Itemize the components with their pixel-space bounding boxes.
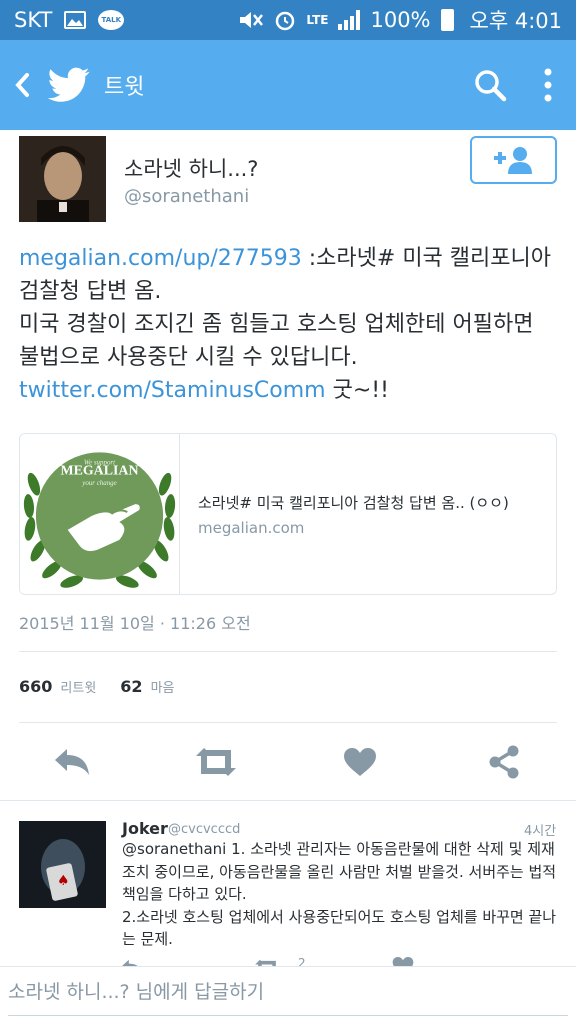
reply-time: 4시간 <box>524 824 557 839</box>
retweet-button[interactable] <box>190 736 242 788</box>
gallery-icon <box>64 11 87 29</box>
heart-icon <box>344 748 376 776</box>
tweet-text: megalian.com/up/277593 :소라넷# 미국 캘리포니아 검찰… <box>19 242 559 407</box>
divider <box>19 651 557 652</box>
logo-bottom-text: your change <box>81 479 116 487</box>
more-vert-icon <box>544 68 552 102</box>
retweet-count[interactable]: 660 <box>19 677 52 696</box>
search-icon <box>475 70 507 102</box>
reply-input[interactable] <box>8 967 568 1017</box>
reply-text: @soranethani 1. 소라넷 관리자는 아동음란물에 대한 삭제 및 … <box>122 838 558 951</box>
app-title: 트윗 <box>104 75 145 100</box>
app-bar: 트윗 <box>0 40 576 130</box>
add-user-icon <box>493 147 532 174</box>
tweet-text-line2: 미국 경찰이 조지긴 좀 힘들고 호스팅 업체한테 어필하면 불법으로 사용중단… <box>19 312 534 370</box>
reply-author-name[interactable]: Joker <box>122 819 168 838</box>
reply-text-part1: @soranethani 1. 소라넷 관리자는 아동음란물에 대한 삭제 및 … <box>122 840 557 903</box>
card-thumbnail: We support MEGALIAN your change <box>20 434 180 594</box>
signal-icon <box>338 10 361 30</box>
follow-button[interactable] <box>470 136 557 184</box>
battery-percent: 100% <box>370 8 431 32</box>
battery-icon <box>440 9 454 31</box>
divider <box>19 722 557 723</box>
megalian-logo-icon: We support MEGALIAN your change <box>23 452 176 588</box>
reply-text-part2: 2.소라넷 호스팅 업체에서 사용중단되어도 호스팅 업체를 바꾸면 끝나는 문… <box>122 907 557 949</box>
tweet-text-part3: 굿~!! <box>325 378 389 403</box>
carrier-label: SKT <box>14 8 53 32</box>
reply-button[interactable] <box>46 736 98 788</box>
reply-author-avatar[interactable]: ♠ <box>19 821 106 908</box>
input-underline <box>8 1015 568 1016</box>
back-icon <box>15 73 29 97</box>
reply-composer <box>0 966 576 1024</box>
section-separator <box>0 800 576 801</box>
twitter-bird-icon <box>48 67 90 102</box>
link-card[interactable]: We support MEGALIAN your change 소라넷# 미국 … <box>19 433 557 595</box>
tweet-stats: 660 리트윗 62 마음 <box>19 677 198 696</box>
status-bar: SKT TALK LTE 100% 오후 4:01 <box>0 0 576 40</box>
like-count[interactable]: 62 <box>120 677 142 696</box>
logo-name-text: MEGALIAN <box>60 463 138 478</box>
reply-icon <box>55 749 89 775</box>
card-title: 소라넷# 미국 캘리포니아 검찰청 답변 옴.. (ㅇㅇ) <box>198 494 509 512</box>
author-avatar[interactable] <box>19 136 106 222</box>
alarm-icon <box>276 11 295 31</box>
svg-text:♠: ♠ <box>57 873 70 889</box>
tweet-link-megalian[interactable]: megalian.com/up/277593 <box>19 246 302 271</box>
like-label[interactable]: 마음 <box>151 677 175 696</box>
card-domain: megalian.com <box>198 519 305 537</box>
like-button[interactable] <box>334 736 386 788</box>
clock: 오후 4:01 <box>469 9 562 33</box>
tweet-action-bar <box>0 736 576 788</box>
retweet-label[interactable]: 리트윗 <box>60 677 96 696</box>
tweet-timestamp: 2015년 11월 10일 · 11:26 오전 <box>19 614 251 633</box>
mute-icon <box>240 12 264 28</box>
search-button[interactable] <box>460 40 520 130</box>
kakaotalk-icon: TALK <box>98 10 125 30</box>
back-button[interactable] <box>2 40 42 130</box>
reply-author-handle[interactable]: @cvcvcccd <box>168 822 240 837</box>
network-type: LTE <box>306 13 329 27</box>
share-icon <box>489 745 519 779</box>
more-options-button[interactable] <box>520 40 576 130</box>
share-button[interactable] <box>478 736 530 788</box>
tweet-link-twitter[interactable]: twitter.com/StaminusComm <box>19 378 326 403</box>
author-display-name[interactable]: 소라넷 하니...? <box>124 153 258 183</box>
retweet-icon <box>196 748 236 776</box>
author-screen-name[interactable]: @soranethani <box>124 186 249 207</box>
